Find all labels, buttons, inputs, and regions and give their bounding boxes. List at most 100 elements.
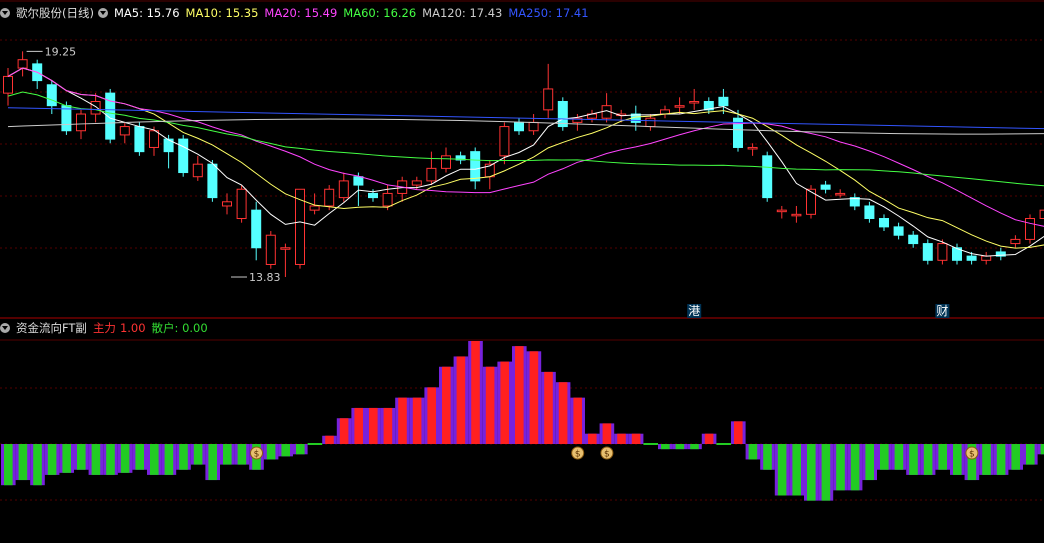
ma5-line: [7, 67, 1044, 257]
flow-bar-11: [161, 444, 177, 475]
flow-bar-16: [234, 444, 250, 465]
candle-38: [557, 97, 568, 131]
flow-bar-55: [804, 444, 819, 501]
flow-bar-63: [920, 444, 936, 475]
candle-46: [674, 97, 685, 115]
flow-bar-12: [176, 444, 191, 470]
flow-bar-1: [15, 444, 31, 481]
flow-bar-50: [731, 421, 746, 444]
flow-bar-46: [672, 444, 688, 450]
flow-bar-70: [1023, 444, 1038, 465]
event-marker-0: 港: [687, 304, 702, 318]
candle-69: [1010, 235, 1021, 248]
candle-15: [222, 193, 232, 215]
candle-12: [178, 134, 189, 177]
candle-52: [762, 151, 773, 202]
candle-16: [236, 185, 247, 223]
candle-10: [149, 126, 159, 156]
flow-bar-3: [44, 444, 60, 475]
candle-60: [879, 214, 889, 232]
flow-bar-5: [74, 444, 89, 470]
candle-8: [119, 122, 130, 144]
flow-bar-54: [789, 444, 804, 496]
flow-bar-20: [293, 444, 308, 455]
flow-bar-18: [263, 444, 279, 460]
candle-17: [251, 201, 262, 261]
candle-62: [908, 231, 919, 248]
stock-chart[interactable]: 19.25 13.83 港 财 $ $ $ $: [0, 0, 1044, 543]
ma60-line: [7, 91, 1044, 187]
flow-bar-24: [351, 407, 366, 444]
candle-70: [1025, 214, 1035, 244]
candle-24: [353, 172, 364, 206]
flow-bar-36: [526, 351, 542, 444]
flow-bar-60: [877, 444, 892, 470]
low-annotation: 13.83: [231, 271, 281, 284]
svg-text:港: 港: [688, 304, 700, 318]
flow-bar-37: [541, 371, 556, 444]
flow-bar-31: [453, 356, 469, 444]
flow-bar-9: [132, 444, 147, 470]
svg-text:$: $: [254, 450, 260, 460]
flow-bar-69: [1008, 444, 1023, 470]
flow-bar-57: [833, 444, 848, 491]
flow-bar-0: [1, 444, 16, 486]
high-annotation: 19.25: [26, 45, 77, 58]
flow-bar-42: [614, 433, 629, 444]
flow-bar-64: [935, 444, 950, 470]
svg-text:$: $: [604, 450, 610, 460]
flow-bar-6: [88, 444, 104, 475]
candle-71: [1039, 209, 1044, 220]
flow-bar-67: [979, 444, 994, 475]
flow-bar-32: [468, 341, 483, 444]
candle-6: [90, 93, 101, 123]
candle-59: [864, 201, 875, 223]
candle-53: [776, 205, 787, 219]
candle-36: [528, 114, 539, 135]
flow-bar-13: [190, 444, 206, 465]
candle-63: [922, 239, 933, 265]
money-bag-icon: $: [600, 446, 614, 460]
flow-bar-2: [30, 444, 45, 486]
money-bag-icon: $: [250, 446, 263, 460]
flow-bar-65: [950, 444, 965, 475]
candle-27: [397, 176, 408, 202]
flow-bar-33: [482, 366, 498, 444]
candle-29: [426, 151, 437, 186]
candle-57: [835, 189, 846, 198]
flow-bar-61: [891, 444, 907, 470]
candle-35: [514, 118, 524, 135]
flow-bar-52: [760, 444, 775, 470]
candle-45: [660, 105, 670, 119]
flow-bar-30: [439, 366, 454, 444]
candle-68: [995, 247, 1006, 261]
money-bag-icon: $: [965, 446, 979, 460]
candle-61: [893, 222, 904, 240]
svg-text:13.83: 13.83: [249, 271, 281, 284]
candle-41: [601, 93, 612, 123]
flow-bar-22: [322, 435, 337, 444]
candle-1: [17, 51, 28, 77]
flow-bar-15: [220, 444, 235, 465]
candle-0: [3, 68, 13, 106]
candle-13: [192, 155, 203, 181]
flow-bar-51: [745, 444, 761, 460]
svg-text:19.25: 19.25: [45, 45, 77, 58]
flow-bar-29: [424, 387, 439, 444]
flow-bar-35: [512, 346, 527, 444]
flow-bar-47: [687, 444, 702, 450]
flow-bar-34: [497, 361, 512, 444]
candle-56: [820, 180, 831, 194]
flow-bar-14: [205, 444, 220, 481]
flow-bar-10: [147, 444, 162, 475]
svg-text:$: $: [575, 450, 581, 460]
candle-67: [981, 251, 992, 265]
flow-bar-7: [103, 444, 118, 475]
candle-37: [543, 63, 554, 119]
flow-bar-27: [395, 397, 410, 444]
event-marker-1: 财: [935, 304, 950, 318]
candle-18: [265, 231, 276, 269]
flow-bar-62: [906, 444, 921, 475]
flow-bar-58: [847, 444, 863, 491]
ma250-line: [7, 107, 1044, 130]
